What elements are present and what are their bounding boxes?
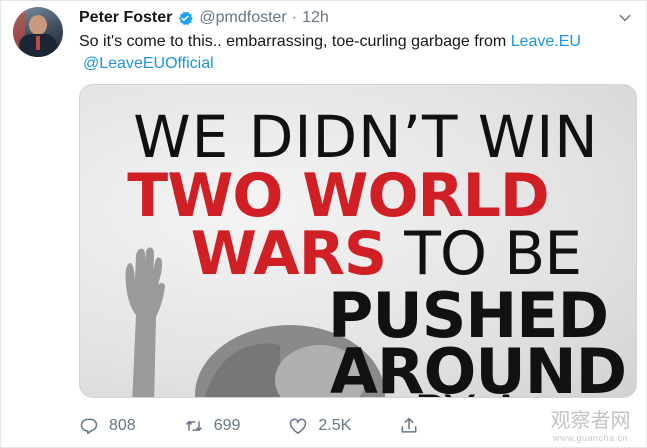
- tweet-text-body: So it's come to this.. embarrassing, toe…: [79, 33, 511, 50]
- verified-badge-icon: [179, 11, 194, 26]
- mention-leaveeuofficial[interactable]: @LeaveEUOfficial: [83, 55, 214, 72]
- avatar[interactable]: [13, 7, 63, 57]
- timestamp[interactable]: 12h: [302, 9, 329, 27]
- author-handle[interactable]: @pmdfoster: [199, 9, 286, 27]
- reply-count: 808: [109, 417, 136, 434]
- watermark-logo: 观察者网 www.guancha.cn: [543, 404, 638, 443]
- retweet-icon: [185, 421, 202, 431]
- watermark-url: www.guancha.cn: [552, 433, 629, 443]
- retweet-button[interactable]: 699: [184, 416, 241, 436]
- retweet-count: 699: [213, 417, 241, 434]
- like-count: 2.5K: [318, 417, 352, 434]
- reply-button[interactable]: 808: [79, 416, 136, 436]
- tweet-text: So it's come to this.. embarrassing, toe…: [79, 31, 639, 75]
- caret-down-icon[interactable]: [618, 11, 632, 25]
- tweet-card: Peter Foster @pmdfoster · 12h So it's co…: [0, 0, 647, 448]
- like-icon: [290, 418, 307, 434]
- poster-text: WE DIDN’T WIN TWO WORLD WARS TO BE PUSHE…: [80, 85, 636, 397]
- share-button[interactable]: [399, 416, 429, 436]
- author-name[interactable]: Peter Foster: [79, 9, 172, 27]
- reply-icon: [80, 418, 98, 435]
- tweet-actions: 808 699 2.5K: [79, 413, 477, 439]
- link-leave-eu[interactable]: Leave.EU: [511, 33, 581, 50]
- share-icon: [401, 417, 417, 433]
- tweet-image[interactable]: WE DIDN’T WIN TWO WORLD WARS TO BE PUSHE…: [79, 84, 637, 398]
- tweet-header: Peter Foster @pmdfoster · 12h: [79, 7, 329, 29]
- separator-dot: ·: [291, 9, 298, 26]
- watermark-title: 观察者网: [550, 408, 631, 432]
- poster-line-6: BY A: [190, 385, 636, 397]
- like-button[interactable]: 2.5K: [288, 416, 351, 436]
